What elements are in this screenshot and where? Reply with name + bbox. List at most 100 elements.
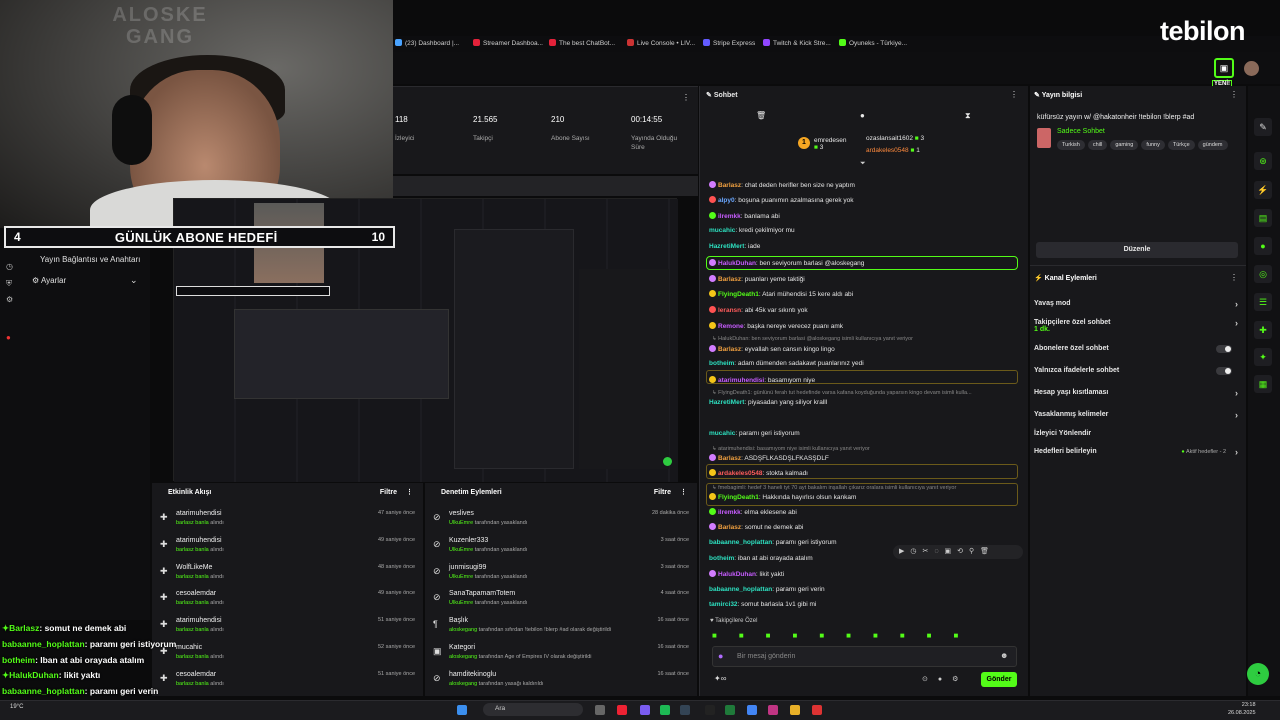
windows-start-icon[interactable] [457, 705, 467, 715]
chevron-down-icon[interactable]: ⏷ [860, 160, 866, 168]
chat-message[interactable]: HalukDuhan: ben seviyorum barlasi @alosk… [709, 259, 864, 267]
menu-settings[interactable]: ⚙ Ayarlar [32, 276, 66, 285]
new-feature-icon[interactable]: ▣ [1214, 58, 1234, 78]
mic-icon[interactable]: ● [718, 651, 723, 661]
goals-row[interactable]: Hedefleri belirleyin ● Aktif hedefler - 2… [1034, 447, 1238, 462]
spotify-icon[interactable] [660, 705, 670, 715]
chat-message[interactable]: ardakeles0548: stokta kalmadı [709, 469, 808, 477]
chat-message[interactable]: babaanne_hoplattan: paramı geri verin [709, 586, 825, 593]
chat-message[interactable]: mucahic: kredi çekilmiyor mu [709, 227, 795, 234]
send-button[interactable]: Gönder [981, 672, 1017, 687]
emote-only-toggle[interactable] [1216, 367, 1232, 375]
browser-tab[interactable]: (23) Dashboard |... [395, 39, 459, 47]
discord-icon[interactable] [640, 705, 650, 715]
chat-bubble-icon[interactable]: ● [860, 111, 865, 120]
chat-tool-icons[interactable]: ⊙●⚙ [922, 675, 968, 683]
moderation-item[interactable]: ¶ Başlık aloskegang tarafından sıfırdan !t… [433, 614, 689, 640]
chat-message[interactable]: FlyingDeath1: Atari mühendisi 15 kere al… [709, 290, 853, 298]
chat-message[interactable]: mucahic: paramı geri istiyorum [709, 430, 800, 437]
media-icon[interactable]: ▦ [1254, 375, 1272, 393]
filter-button[interactable]: Filtre [654, 489, 671, 496]
steam-icon[interactable] [680, 705, 690, 715]
chat-message[interactable]: HazretiMert: iade [709, 243, 760, 250]
chrome-icon[interactable] [747, 705, 757, 715]
chat-message[interactable]: leransn: abi 45k var sıkıntı yok [709, 306, 808, 314]
broadcast-icon[interactable]: ◎ [1254, 265, 1272, 283]
chevron-down-icon[interactable]: ⌄ [130, 275, 138, 286]
taskbar-search[interactable]: Ara [483, 703, 583, 716]
moderation-item[interactable]: ⊘ junmisugi99 UlkuEmre tarafından yasaklan… [433, 561, 689, 587]
app-icon[interactable] [617, 705, 627, 715]
moderation-item[interactable]: ▣ Kategori aloskegang tarafından Age of Em… [433, 641, 689, 667]
chat-message[interactable]: Barlasz: puanları yeme taktiği [709, 275, 805, 283]
slow-mode-row[interactable]: Yavaş mod › [1034, 299, 1238, 314]
more-icon[interactable]: ⋮ [406, 488, 413, 496]
more-icon[interactable]: ⋮ [680, 488, 687, 496]
activity-item[interactable]: ✚ atarimuhendisi barlasz banla alındı 49 sa… [160, 534, 415, 560]
browser-tab[interactable]: Live Console • LIV... [627, 39, 695, 47]
tag[interactable]: gündem [1197, 140, 1228, 150]
chat-message[interactable]: babaanne_hoplattan: paramı geri istiyoru… [709, 539, 837, 546]
banned-words-row[interactable]: Yasaklanmış kelimeler › [1034, 410, 1238, 425]
moderation-item[interactable]: ⊘ hamditekinoglu aloskegang tarafından yas… [433, 668, 689, 694]
edit-button[interactable]: Düzenle [1036, 242, 1238, 258]
chat-message[interactable]: botheim: adam dümenden sadakawt puanları… [709, 360, 864, 367]
activity-item[interactable]: ✚ mucahic barlasz banla alındı 52 saniye ön… [160, 641, 415, 667]
filter-button[interactable]: Filtre [380, 489, 397, 496]
shield-icon[interactable]: ⛨ [6, 279, 12, 289]
more-icon[interactable]: ⋮ [1010, 90, 1018, 99]
browser-tab[interactable]: The best ChatBot... [549, 39, 615, 47]
chat-message[interactable]: Barlasz: ASDŞFLKASDŞLFKASŞDLF [709, 454, 829, 462]
viewer-redirect-row[interactable]: İzleyici Yönlendir [1034, 430, 1238, 444]
folder-icon[interactable] [790, 705, 800, 715]
epic-icon[interactable] [705, 705, 715, 715]
instagram-icon[interactable] [768, 705, 778, 715]
browser-tab[interactable]: Stripe Express [703, 39, 755, 47]
activity-item[interactable]: ✚ atarimuhendisi barlasz banla alındı 51 sa… [160, 614, 415, 640]
chat-message[interactable]: Barlasz: eyvallah sen cansın kingo lingo [709, 345, 835, 353]
subs-only-toggle[interactable] [1216, 345, 1232, 353]
moderation-item[interactable]: ⊘ SanaTapamamTotem UlkuEmre tarafından yas… [433, 587, 689, 613]
chat-message[interactable]: alpy0: boşuna puanımın azalmasına gerek … [709, 196, 854, 204]
chat-input[interactable]: Bir mesaj gönderin [712, 646, 1017, 667]
emote-bar[interactable]: ■■■■■■■■■■ [712, 631, 1017, 641]
activity-item[interactable]: ✚ cesoalemdar barlasz banla alındı 49 saniy… [160, 587, 415, 613]
tag[interactable]: funny [1141, 140, 1165, 150]
obs-icon[interactable] [812, 705, 822, 715]
menu-stream-connection[interactable]: Yayın Bağlantısı ve Anahtarı [40, 255, 140, 264]
browser-tab[interactable]: Twitch & Kick Stre... [763, 39, 831, 47]
chat-message[interactable]: ilremkk: elma eklesene abi [709, 508, 797, 516]
target-icon[interactable]: ⊛ [1254, 152, 1272, 170]
message-action-bar[interactable]: ▶◷✂◌▣⟲⚲🗑 [893, 545, 1023, 559]
more-icon[interactable]: ⋮ [682, 93, 690, 102]
weather-widget[interactable]: 19°C [10, 704, 23, 710]
tag[interactable]: gaming [1110, 140, 1139, 150]
tag[interactable]: Türkçe [1167, 140, 1195, 150]
gear-icon[interactable]: ⚙ [6, 295, 13, 304]
tag[interactable]: chill [1087, 140, 1108, 150]
chat-message[interactable]: atarimuhendisi: basamıyom niye [709, 376, 815, 384]
chat-message[interactable]: Barlasz: somut ne demek abi [709, 523, 803, 531]
emote-only-row[interactable]: Yalnızca ifadelerle sohbet [1034, 367, 1238, 381]
clock-icon[interactable]: ◷ [6, 262, 13, 271]
chat-message[interactable]: Barlasz: chat deden herifler ben size ne… [709, 181, 855, 189]
chat-message[interactable]: HalukDuhan: likit yakti [709, 570, 784, 578]
taskbar-clock[interactable]: 23:18 26.08.2025 [1228, 701, 1256, 717]
chat-message[interactable]: tamirci32: somut barlasla 1v1 gibi mi [709, 601, 816, 608]
moderation-item[interactable]: ⊘ veslives UlkuEmre tarafından yasaklandı 2… [433, 507, 689, 533]
activity-item[interactable]: ✚ WolfLikeMe barlasz banla alındı 48 saniye… [160, 561, 415, 587]
category-name[interactable]: Sadece Sohbet [1057, 128, 1105, 135]
browser-tab[interactable]: Streamer Dashboa... [473, 39, 543, 47]
trash-icon[interactable]: 🗑 [756, 111, 766, 120]
chat-message[interactable]: ilremkk: banlama abi [709, 212, 780, 220]
chat-message[interactable]: Remone: başka nereye verecez puanı amk [709, 322, 843, 330]
support-chat-icon[interactable]: ◔ [1247, 663, 1269, 685]
chat-icon[interactable]: ● [1254, 237, 1272, 255]
taskview-icon[interactable] [595, 705, 605, 715]
activity-item[interactable]: ✚ atarimuhendisi barlasz banla alındı 47 sa… [160, 507, 415, 533]
more-icon[interactable]: ⋮ [1230, 273, 1238, 282]
bolt-icon[interactable]: ⚡ [1254, 181, 1272, 199]
sparkle-icon[interactable]: ✦∞ [714, 674, 726, 683]
followers-only-row[interactable]: Takipçilere özel sohbet 1 dk. › [1034, 318, 1238, 333]
avatar[interactable] [1244, 61, 1259, 76]
